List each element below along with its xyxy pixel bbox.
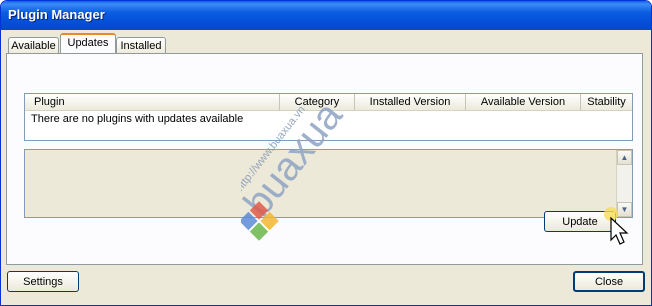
mouse-cursor-icon (604, 207, 629, 245)
plugin-description-area[interactable]: ▲ ▼ (24, 149, 633, 218)
tab-updates[interactable]: Updates (60, 33, 116, 54)
close-button-label: Close (594, 276, 624, 288)
close-button[interactable]: Close (573, 271, 645, 292)
table-header: Plugin Category Installed Version Availa… (25, 94, 632, 111)
empty-table-message: There are no plugins with updates availa… (31, 113, 244, 125)
update-button-label: Update (562, 216, 598, 228)
window-title: Plugin Manager (8, 7, 105, 22)
column-header-plugin[interactable]: Plugin (25, 94, 280, 110)
title-bar[interactable]: Plugin Manager (1, 1, 651, 30)
column-header-category[interactable]: Category (280, 94, 355, 110)
settings-button[interactable]: Settings (7, 271, 79, 292)
plugin-manager-window: Plugin Manager Available Updates Install… (0, 0, 652, 306)
column-header-installed-version[interactable]: Installed Version (355, 94, 466, 110)
pointer-arrow-icon (610, 216, 629, 245)
updates-panel: Plugin Category Installed Version Availa… (6, 53, 643, 265)
plugins-table[interactable]: Plugin Category Installed Version Availa… (24, 93, 633, 141)
tab-installed-label: Installed (120, 40, 162, 52)
column-header-available-version[interactable]: Available Version (466, 94, 581, 110)
scroll-up-icon[interactable]: ▲ (617, 150, 632, 165)
settings-button-label: Settings (23, 276, 63, 288)
tab-updates-label: Updates (67, 37, 109, 49)
column-header-stability[interactable]: Stability (581, 94, 632, 110)
tab-available-label: Available (11, 40, 56, 52)
